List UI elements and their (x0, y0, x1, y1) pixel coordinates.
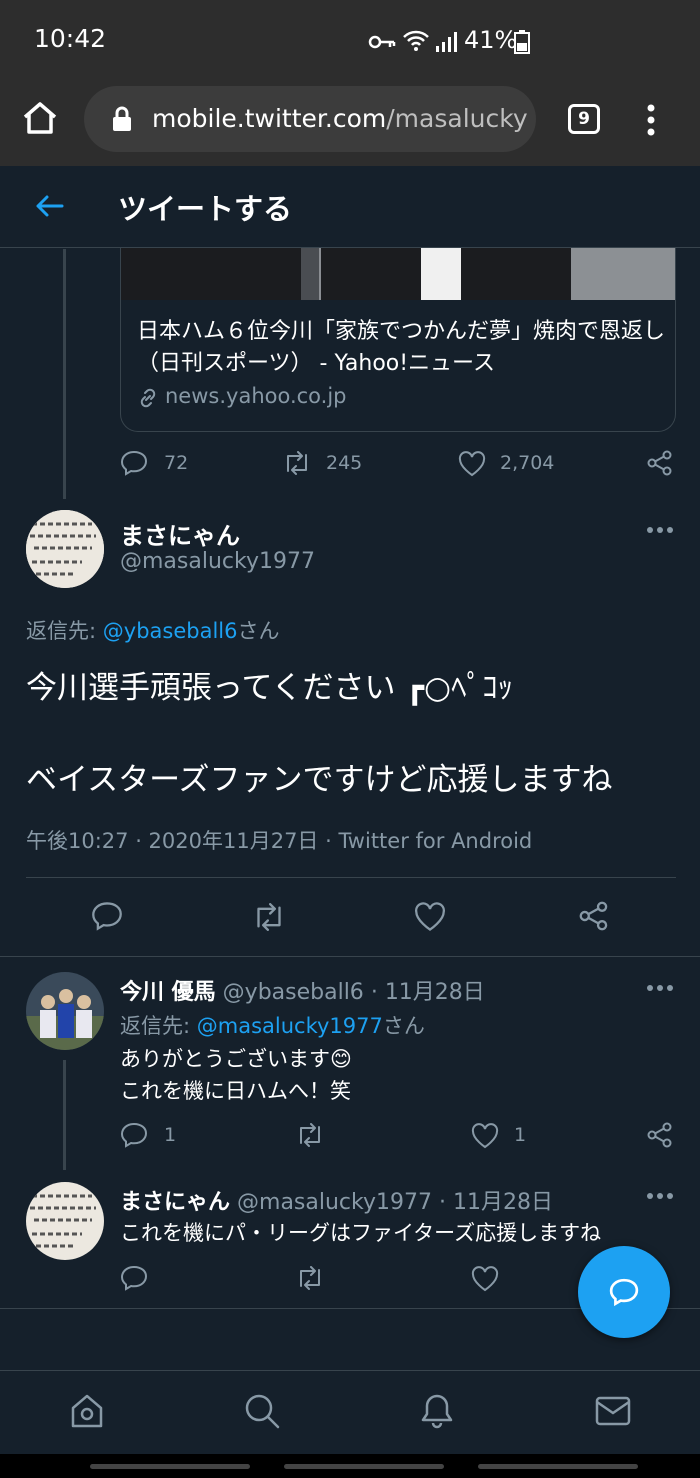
back-arrow-icon[interactable] (34, 194, 64, 218)
reply-context: 返信先: @ybaseball6さん (26, 615, 279, 645)
reply-label: 返信先: (120, 1014, 191, 1038)
like-count: 1 (514, 1124, 527, 1146)
tweet-text-line2: ベイスターズファンですけど応援しますね (26, 762, 613, 798)
lock-icon (112, 106, 132, 132)
reply-icon[interactable] (120, 1122, 148, 1148)
avatar[interactable] (26, 510, 104, 588)
retweet-icon[interactable] (295, 1266, 325, 1290)
link-icon (137, 387, 159, 409)
retweet-icon[interactable] (295, 1123, 325, 1147)
thread-line (63, 249, 66, 499)
avatar[interactable] (26, 972, 104, 1050)
reply-to-link[interactable]: @masalucky1977 (197, 1014, 383, 1038)
reply-to-link[interactable]: @ybaseball6 (103, 619, 238, 643)
reply-suffix: さん (237, 619, 280, 643)
user-handle[interactable]: @ybaseball6 (223, 980, 364, 1005)
more-options-icon[interactable] (646, 984, 674, 992)
messages-envelope-icon[interactable] (594, 1394, 632, 1428)
retweet-icon[interactable] (282, 451, 312, 475)
share-icon[interactable] (579, 901, 609, 931)
reply-label: 返信先: (26, 619, 97, 643)
like-icon[interactable] (471, 1123, 499, 1149)
reply-icon[interactable] (91, 901, 123, 931)
divider (0, 956, 700, 957)
card-image[interactable] (121, 248, 675, 300)
divider (26, 877, 676, 878)
notifications-bell-icon[interactable] (418, 1392, 456, 1430)
app-header (0, 166, 700, 248)
display-name[interactable]: 今川 優馬 (120, 980, 216, 1005)
home-icon[interactable] (22, 101, 58, 135)
tweet-text: ありがとうございます (120, 1047, 330, 1071)
smiling-face-emoji-icon: 😊 (330, 1047, 352, 1071)
more-options-icon[interactable] (646, 1192, 674, 1200)
display-name[interactable]: まさにゃん (120, 1190, 230, 1215)
card-domain: news.yahoo.co.jp (165, 384, 347, 408)
battery-icon (514, 30, 530, 54)
avatar[interactable] (26, 1182, 104, 1260)
tweet-text-line1: 今川選手頑張ってください ┏○ﾍﾟｺｯ (26, 670, 514, 706)
user-handle[interactable]: @masalucky1977 (120, 549, 315, 574)
like-count: 2,704 (500, 452, 555, 474)
wifi-icon (402, 28, 430, 54)
reply-icon[interactable] (120, 1265, 148, 1291)
like-icon[interactable] (414, 902, 446, 932)
reply-icon[interactable] (120, 450, 148, 476)
tweet-text: これを機にパ・リーグはファイターズ応援しますね (120, 1221, 602, 1245)
tweet-timestamp: 午後10:27 · 2020年11月27日 · Twitter for Andr… (26, 829, 533, 853)
share-icon[interactable] (647, 1122, 673, 1148)
tweet-date[interactable]: 11月28日 (453, 1190, 553, 1215)
compose-reply-button[interactable] (578, 1246, 670, 1338)
more-options-icon[interactable] (646, 526, 674, 534)
share-icon[interactable] (647, 450, 673, 476)
key-icon (368, 32, 396, 52)
like-icon[interactable] (471, 1266, 499, 1292)
battery-percent: 41% (464, 26, 518, 54)
signal-icon (434, 30, 458, 54)
status-time: 10:42 (34, 24, 107, 53)
like-icon[interactable] (458, 451, 486, 477)
retweet-icon[interactable] (251, 903, 287, 931)
link-card[interactable]: 日本ハム６位今川「家族でつかんだ夢」焼肉で恩返し（日刊スポーツ） - Yahoo… (120, 248, 676, 432)
reply-suffix: さん (382, 1014, 425, 1038)
page-title: ツイートする (118, 192, 293, 226)
home-icon[interactable] (68, 1392, 106, 1430)
reply-count: 72 (164, 452, 189, 474)
tab-switcher-button[interactable]: 9 (568, 104, 600, 134)
tweet-date[interactable]: 11月28日 (385, 980, 485, 1005)
url-text[interactable]: mobile.twitter.com/masalucky (152, 104, 528, 133)
reply-bubble-icon (609, 1277, 639, 1307)
search-icon[interactable] (243, 1392, 281, 1430)
user-handle[interactable]: @masalucky1977 (237, 1190, 432, 1215)
retweet-count: 245 (326, 452, 363, 474)
reply-context: 返信先: @masalucky1977さん (120, 1010, 425, 1040)
tweet-header: 今川 優馬 @ybaseball6 · 11月28日 (120, 974, 485, 1006)
separator-dot: · (439, 1190, 446, 1215)
tweet-text-line2: これを機に日ハムへ！笑 (120, 1079, 351, 1103)
tab-count: 9 (578, 109, 590, 129)
system-gesture-bar (0, 1454, 700, 1478)
more-menu-icon[interactable] (645, 104, 657, 136)
separator-dot: · (370, 980, 378, 1005)
thread-line (63, 1060, 66, 1170)
card-title[interactable]: 日本ハム６位今川「家族でつかんだ夢」焼肉で恩返し（日刊スポーツ） - Yahoo… (137, 316, 667, 380)
tweet-text-line1: ありがとうございます😊 (120, 1043, 352, 1073)
tweet-header: まさにゃん @masalucky1977 · 11月28日 (120, 1184, 553, 1216)
reply-count: 1 (164, 1124, 177, 1146)
display-name[interactable]: まさにゃん (120, 516, 240, 551)
